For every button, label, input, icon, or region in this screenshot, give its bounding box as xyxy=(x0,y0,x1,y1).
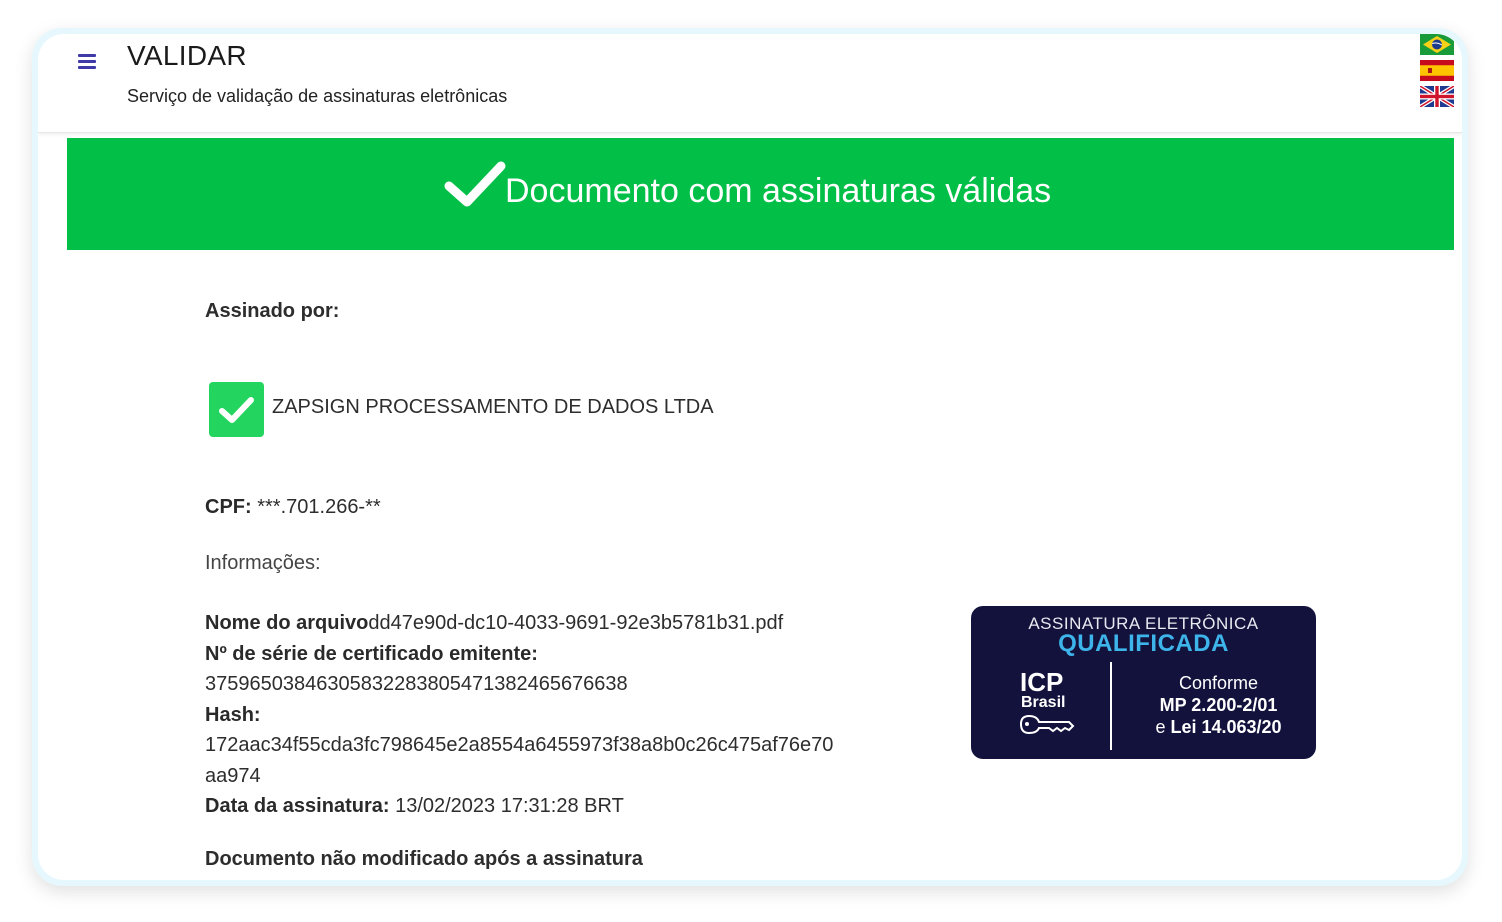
file-name-label: Nome do arquivo xyxy=(205,612,369,634)
hash-label: Hash: xyxy=(205,703,261,726)
seal-lei-row: e Lei 14.063/20 xyxy=(1121,716,1316,738)
seal-divider xyxy=(1110,662,1112,750)
seal-subtitle: QUALIFICADA xyxy=(1058,630,1229,657)
icp-logo-text: ICP xyxy=(1020,667,1064,697)
seal-conforme: Conforme xyxy=(1178,673,1259,693)
page-frame: VALIDAR Serviço de validação de assinatu… xyxy=(32,28,1468,886)
key-icon xyxy=(1019,714,1075,735)
serial-label: Nº de série de certificado emitente: xyxy=(205,642,538,665)
serial-value: 37596503846305832283805471382465676638 xyxy=(205,673,628,695)
signature-date-value: 13/02/2023 17:31:28 BRT xyxy=(395,795,624,817)
info-label: Informações: xyxy=(205,552,321,574)
page-container: VALIDAR Serviço de validação de assinatu… xyxy=(38,34,1462,880)
app-header: VALIDAR Serviço de validação de assinatu… xyxy=(38,34,1462,133)
file-name-row: Nome do arquivodd47e90d-dc10-4033-9691-9… xyxy=(205,608,845,639)
signer-name: ZAPSIGN PROCESSAMENTO DE DADOS LTDA xyxy=(272,396,714,418)
validation-status-banner: Documento com assinaturas válidas xyxy=(67,138,1454,250)
seal-lei: Lei 14.063/20 xyxy=(1170,717,1282,737)
signature-date-row: Data da assinatura: 13/02/2023 17:31:28 … xyxy=(205,791,845,822)
uk-flag-icon[interactable] xyxy=(1420,86,1454,107)
file-name-value: dd47e90d-dc10-4033-9691-92e3b5781b31.pdf xyxy=(368,612,784,634)
brazil-flag-icon[interactable] xyxy=(1420,34,1454,55)
cpf-value: ***.701.266-** xyxy=(257,496,381,518)
page-title: VALIDAR xyxy=(127,40,247,71)
check-icon xyxy=(444,161,506,207)
spain-flag-icon[interactable] xyxy=(1420,60,1454,81)
seal-lei-prefix: e xyxy=(1155,717,1166,737)
certificate-details: Nome do arquivodd47e90d-dc10-4033-9691-9… xyxy=(205,608,845,822)
cpf-label: CPF: xyxy=(205,496,252,518)
hamburger-menu-icon[interactable] xyxy=(78,54,96,70)
signature-date-label: Data da assinatura: xyxy=(205,795,390,817)
seal-legal-basis: Conforme MP 2.200-2/01 e Lei 14.063/20 xyxy=(1121,672,1316,738)
signer-valid-check-icon xyxy=(209,382,264,437)
icp-brasil-text: Brasil xyxy=(1021,694,1066,711)
page-subtitle: Serviço de validação de assinaturas elet… xyxy=(127,86,508,106)
qualified-signature-seal: ASSINATURA ELETRÔNICA QUALIFICADA ICP Br… xyxy=(971,606,1316,759)
validation-status-text: Documento com assinaturas válidas xyxy=(505,172,1052,210)
signed-by-label: Assinado por: xyxy=(205,300,340,322)
cpf-line: CPF: ***.701.266-** xyxy=(205,496,381,519)
document-integrity-status: Documento não modificado após a assinatu… xyxy=(205,848,643,870)
language-selector xyxy=(1420,34,1454,112)
hash-value: 172aac34f55cda3fc798645e2a8554a6455973f3… xyxy=(205,734,834,787)
seal-mp: MP 2.200-2/01 xyxy=(1159,695,1278,715)
